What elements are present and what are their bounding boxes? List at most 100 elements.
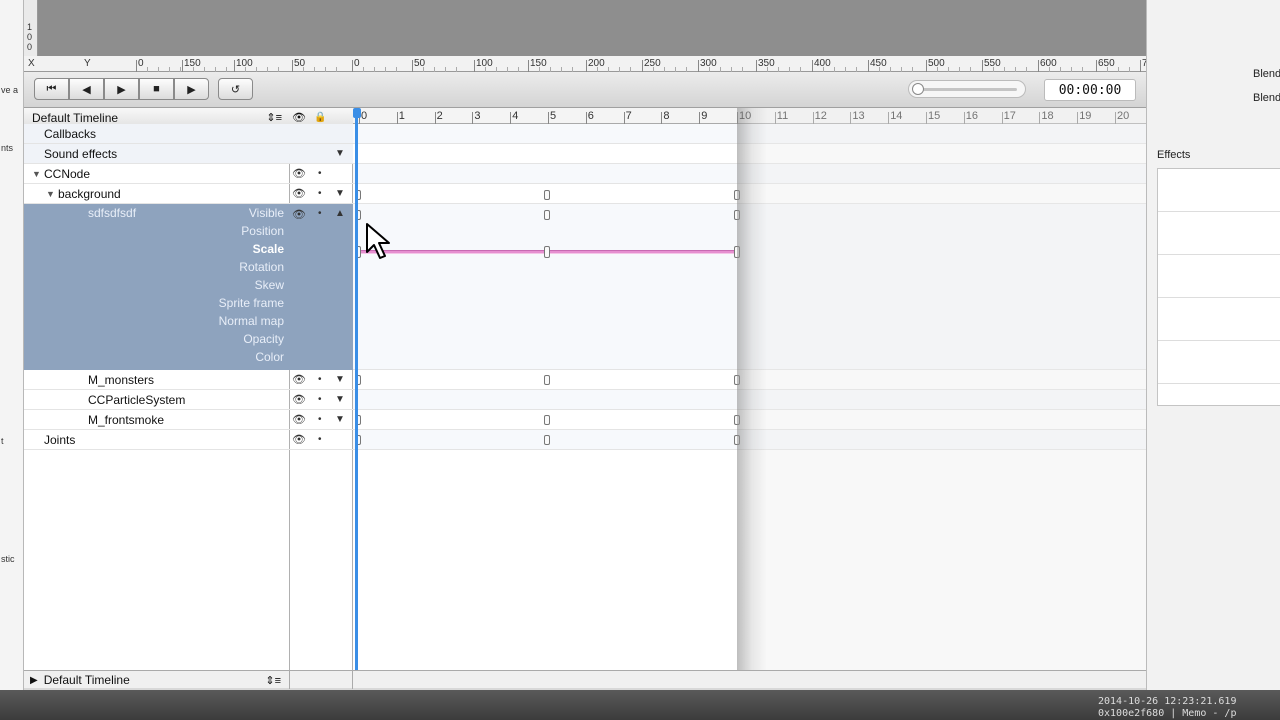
effects-list[interactable] (1157, 168, 1280, 406)
keyframe-marker[interactable] (544, 210, 550, 220)
row-menu-icon[interactable]: ▼ (335, 414, 345, 425)
timeline-footer-label[interactable]: Default Timeline (44, 673, 130, 687)
eye-header-icon[interactable]: 👁 (292, 111, 306, 124)
stage-canvas[interactable] (24, 0, 1146, 56)
keyframe-marker[interactable] (544, 190, 550, 200)
property-label[interactable]: Rotation (239, 260, 284, 274)
ruler-tick (586, 60, 587, 72)
property-label[interactable]: Opacity (243, 332, 284, 346)
eye-icon[interactable]: 👁 (292, 187, 306, 200)
skip-to-start-button[interactable]: ⏮ (34, 78, 69, 100)
node-label[interactable]: CCParticleSystem (88, 393, 185, 407)
step-back-icon: ◀ (82, 83, 91, 96)
row-menu-icon[interactable]: ▼ (335, 394, 345, 405)
effects-list-row[interactable] (1158, 255, 1280, 298)
play-button[interactable]: ▶ (174, 78, 209, 100)
lock-dot-icon[interactable]: • (318, 414, 322, 425)
timeline-node-row[interactable]: Joints (24, 430, 290, 450)
ruler-tick (812, 60, 813, 72)
timeline-footer-menu-icon[interactable]: ⇕≡ (265, 674, 281, 687)
keyframe-marker[interactable] (544, 435, 550, 445)
node-label[interactable]: background (58, 187, 121, 201)
eye-icon[interactable]: 👁 (292, 208, 306, 221)
step-forward-button[interactable]: ▶ (104, 78, 139, 100)
lock-dot-icon[interactable]: • (318, 394, 322, 405)
property-label[interactable]: Sprite frame (219, 296, 284, 310)
property-label[interactable]: Skew (255, 278, 284, 292)
ruler-tick (868, 60, 869, 72)
node-label[interactable]: M_monsters (88, 373, 154, 387)
row-menu-icon[interactable]: ▲ (335, 208, 345, 219)
lock-dot-icon[interactable]: • (318, 168, 322, 179)
disclosure-triangle-icon[interactable]: ▼ (46, 189, 55, 199)
timeline-node-row[interactable]: M_monsters (24, 370, 290, 390)
playhead-handle[interactable] (353, 108, 361, 118)
timeline-footer-selector[interactable]: ▶ Default Timeline ⇕≡ (24, 671, 290, 689)
node-label[interactable]: M_frontsmoke (88, 413, 164, 427)
time-ruler-label: 7 (625, 110, 632, 122)
effects-list-row[interactable] (1158, 169, 1280, 212)
scale-keyframe-marker[interactable] (544, 246, 550, 258)
node-label[interactable]: Callbacks (44, 127, 96, 141)
time-ruler-label: 3 (474, 110, 481, 122)
mouse-cursor-icon (366, 223, 390, 259)
timeline-node-row[interactable]: ▼ CCNode (24, 164, 290, 184)
lock-dot-icon[interactable]: • (318, 208, 322, 219)
visibility-columns: 👁 🔒 ▼ 👁 • 👁 • ▼ 👁 • ▲ 👁 • ▼ 👁 • ▼ 👁 • ▼ 👁 • (290, 108, 353, 670)
effects-list-row[interactable] (1158, 341, 1280, 384)
slider-knob[interactable] (912, 83, 924, 95)
timeline-node-row[interactable]: ▼ background (24, 184, 290, 204)
disclosure-triangle-icon[interactable]: ▼ (32, 169, 41, 179)
timeline-node-row[interactable]: M_frontsmoke (24, 410, 290, 430)
keyframe-track-area[interactable]: 01234567891011121314151617181920 (353, 108, 1146, 670)
effects-list-row[interactable] (1158, 212, 1280, 255)
time-ruler-tick (699, 112, 701, 124)
play-icon: ▶ (187, 83, 196, 96)
time-ruler-label: 2 (436, 110, 443, 122)
lock-dot-icon[interactable]: • (318, 434, 322, 445)
keyframe-marker[interactable] (544, 375, 550, 385)
playhead[interactable] (355, 108, 358, 670)
eye-icon[interactable]: 👁 (292, 373, 306, 386)
time-ruler-label: 5 (550, 110, 557, 122)
lock-dot-icon[interactable]: • (318, 188, 322, 199)
lock-header-icon[interactable]: 🔒 (314, 112, 326, 123)
eye-icon[interactable]: 👁 (292, 413, 306, 426)
vertical-ruler-label: 0 (27, 42, 33, 52)
row-menu-icon[interactable]: ▼ (335, 188, 345, 199)
step-back-button[interactable]: ◀ (69, 78, 104, 100)
visibility-row: 👁 • (290, 164, 353, 184)
property-label[interactable]: Scale (253, 242, 284, 256)
row-menu-icon[interactable]: ▼ (335, 148, 345, 159)
effects-list-row[interactable] (1158, 298, 1280, 341)
property-label[interactable]: Visible (249, 206, 284, 220)
node-label[interactable]: sdfsdfsdf (88, 206, 136, 220)
property-label[interactable]: Normal map (219, 314, 284, 328)
time-ruler-tick (472, 112, 474, 124)
eye-icon[interactable]: 👁 (292, 167, 306, 180)
step-forward-icon: ▶ (117, 83, 126, 96)
loop-button[interactable]: ↺ (218, 78, 253, 100)
timeline-node-row[interactable]: sdfsdfsdf Visible Position Scale Rotation Ske… (24, 204, 290, 370)
timeline-footer: ▶ Default Timeline ⇕≡ (24, 670, 1146, 689)
timeline-node-row[interactable]: Sound effects (24, 144, 290, 164)
timeline-zoom-slider[interactable] (908, 80, 1026, 98)
eye-icon[interactable]: 👁 (292, 433, 306, 446)
timeline-node-row[interactable]: CCParticleSystem (24, 390, 290, 410)
timeline-selector-label[interactable]: Default Timeline (32, 111, 118, 125)
node-label[interactable]: Sound effects (44, 147, 117, 161)
node-label[interactable]: Joints (44, 433, 75, 447)
keyframe-marker[interactable] (544, 415, 550, 425)
time-ruler-tick (396, 112, 398, 124)
eye-icon[interactable]: 👁 (292, 393, 306, 406)
property-label[interactable]: Color (255, 350, 284, 364)
property-label[interactable]: Position (241, 224, 284, 238)
stop-button[interactable]: ■ (139, 78, 174, 100)
lock-dot-icon[interactable]: • (318, 374, 322, 385)
row-menu-icon[interactable]: ▼ (335, 374, 345, 385)
node-label[interactable]: CCNode (44, 167, 90, 181)
timeline-node-row[interactable]: Callbacks (24, 124, 290, 144)
console-status-line: 2014-10-26 12:23:21.619 (1098, 696, 1237, 707)
timeline-menu-icon[interactable]: ⇕≡ (266, 111, 282, 124)
timeline-footer-disclosure-icon[interactable]: ▶ (30, 675, 38, 686)
